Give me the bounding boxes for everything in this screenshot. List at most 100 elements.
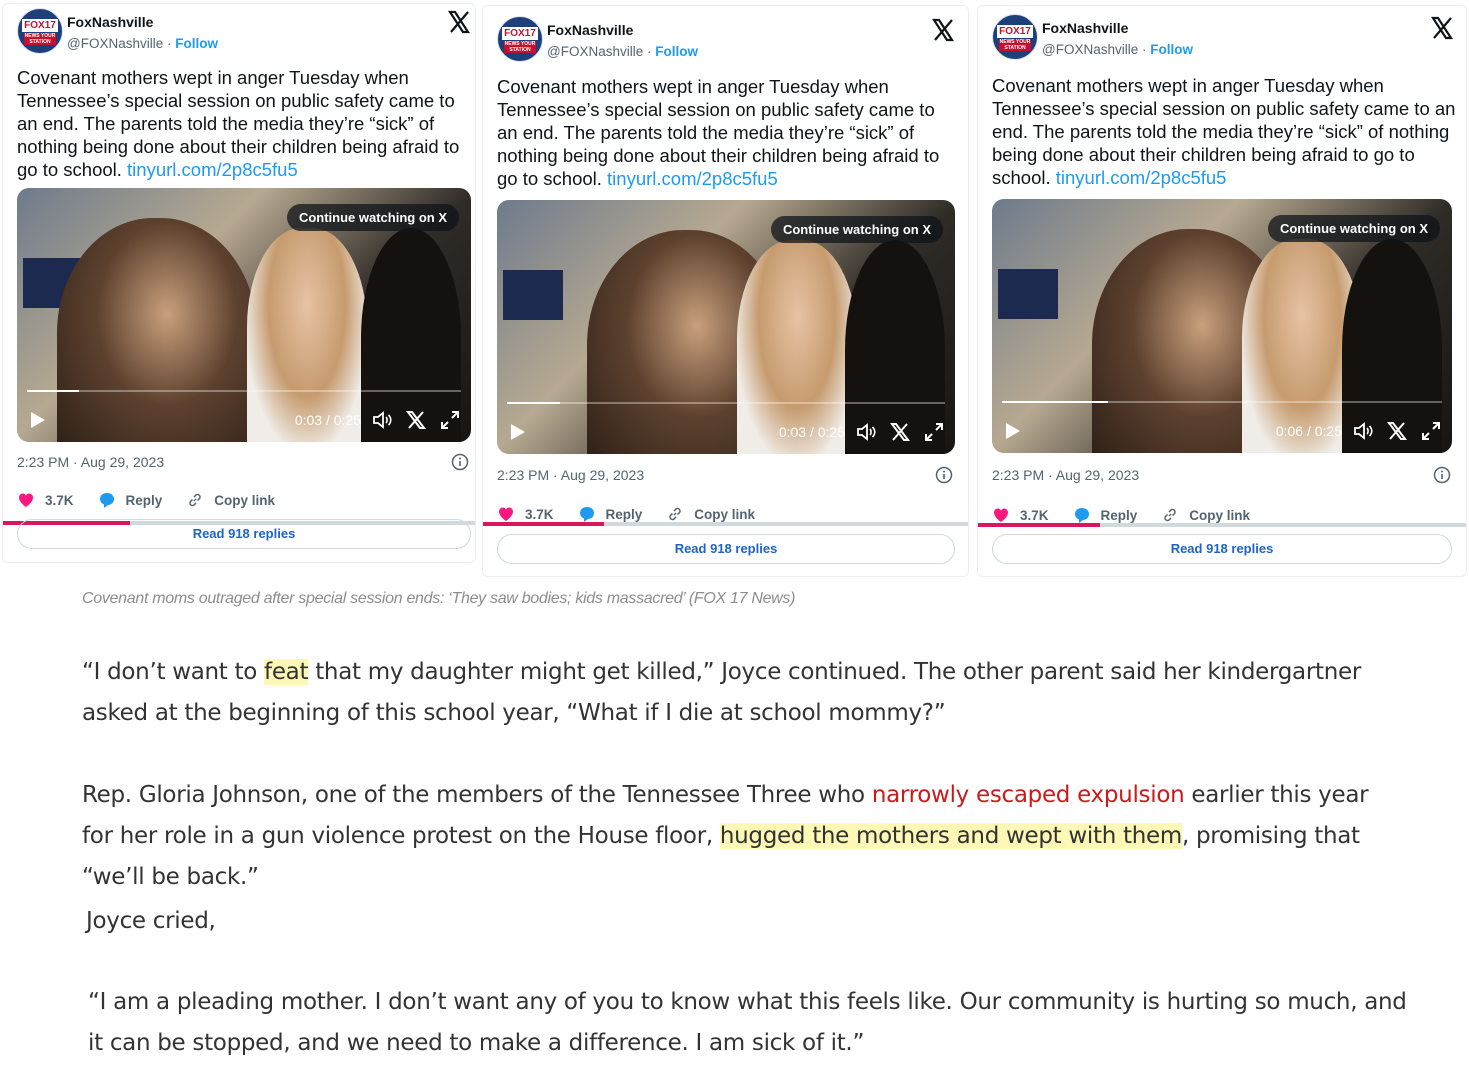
tweet-date[interactable]: 2:23 PM · Aug 29, 2023: [497, 467, 644, 483]
info-icon[interactable]: [1433, 466, 1451, 484]
video-progress-bar[interactable]: [1002, 401, 1442, 403]
continue-watching-button[interactable]: Continue watching on X: [770, 216, 943, 243]
video-progress-fill: [507, 402, 560, 404]
info-icon[interactable]: [451, 453, 469, 471]
article-paragraph: Joyce cried,: [86, 908, 216, 934]
reply-icon: [99, 493, 114, 508]
author-handle[interactable]: @FOXNashville: [547, 44, 643, 59]
volume-icon[interactable]: [855, 421, 877, 443]
article-paragraph: “I don’t want to feat that my daughter m…: [82, 652, 1361, 734]
reply-button[interactable]: Reply: [98, 491, 163, 509]
video-player[interactable]: Continue watching on X 0:06 / 0:25: [992, 199, 1452, 453]
reply-button[interactable]: Reply: [1073, 506, 1138, 524]
copy-link-button[interactable]: Copy link: [1161, 506, 1250, 524]
copy-link-button[interactable]: Copy link: [666, 505, 755, 523]
heart-icon: [499, 507, 513, 521]
tweet-date[interactable]: 2:23 PM · Aug 29, 2023: [992, 467, 1139, 483]
video-progress-bar[interactable]: [27, 390, 461, 392]
fullscreen-icon[interactable]: [1420, 420, 1442, 442]
play-icon[interactable]: [1006, 423, 1020, 439]
author-name[interactable]: FoxNashville: [1042, 20, 1128, 36]
avatar-logo-subtext: NEWS YOUR STATION: [24, 33, 56, 45]
like-count: 3.7K: [45, 492, 74, 508]
avatar[interactable]: FOX17 NEWS YOUR STATION: [992, 14, 1038, 60]
like-button[interactable]: 3.7K: [497, 505, 554, 523]
separator: ·: [163, 36, 176, 51]
x-logo-icon[interactable]: [405, 409, 427, 431]
copy-link-button[interactable]: Copy link: [186, 491, 275, 509]
continue-watching-button[interactable]: Continue watching on X: [286, 204, 459, 231]
link-icon: [189, 493, 202, 507]
tweet-actions: 3.7K Reply Copy link: [17, 491, 299, 509]
reply-icon: [579, 507, 594, 522]
text-run: that my daughter might get killed,” Joyc…: [308, 659, 1361, 685]
follow-button[interactable]: Follow: [1150, 42, 1193, 57]
fullscreen-icon[interactable]: [923, 421, 945, 443]
separator: ·: [643, 44, 656, 59]
like-button[interactable]: 3.7K: [17, 491, 74, 509]
tweet-text: Covenant mothers wept in anger Tuesday w…: [992, 74, 1458, 189]
reply-button[interactable]: Reply: [578, 505, 643, 523]
avatar[interactable]: FOX17 NEWS YOUR STATION: [17, 8, 63, 54]
tweet-link[interactable]: tinyurl.com/2p8c5fu5: [1056, 167, 1227, 188]
reply-label: Reply: [605, 506, 643, 522]
x-logo-icon[interactable]: [1386, 420, 1408, 442]
volume-icon[interactable]: [1352, 420, 1374, 442]
video-time: 0:06 / 0:25: [1275, 423, 1342, 439]
reply-label: Reply: [125, 492, 163, 508]
info-icon[interactable]: [935, 466, 953, 484]
read-progress-bar: [978, 523, 1466, 527]
x-logo-icon[interactable]: [447, 10, 471, 34]
tweet-date[interactable]: 2:23 PM · Aug 29, 2023: [17, 454, 164, 470]
follow-button[interactable]: Follow: [655, 44, 698, 59]
volume-icon[interactable]: [371, 409, 393, 431]
highlighted-text: hugged the mothers and wept with them: [719, 823, 1182, 849]
author-name[interactable]: FoxNashville: [67, 14, 153, 30]
video-progress-fill: [27, 390, 80, 392]
avatar[interactable]: FOX17 NEWS YOUR STATION: [497, 16, 543, 62]
video-progress-fill: [1002, 401, 1108, 403]
video-controls: 0:06 / 0:25: [992, 417, 1452, 447]
author-handle[interactable]: @FOXNashville: [1042, 42, 1138, 57]
tweet-actions: 3.7K Reply Copy link: [992, 506, 1274, 524]
reply-icon: [1074, 508, 1089, 523]
tweet-actions: 3.7K Reply Copy link: [497, 505, 779, 523]
read-progress-fill: [483, 522, 605, 526]
video-frame: [998, 269, 1058, 319]
tweet-card[interactable]: FOX17 NEWS YOUR STATION FoxNashville @FO…: [977, 5, 1467, 577]
video-player[interactable]: Continue watching on X 0:03 / 0:25: [497, 200, 955, 454]
fullscreen-icon[interactable]: [439, 409, 461, 431]
video-time: 0:03 / 0:25: [294, 412, 361, 428]
continue-watching-button[interactable]: Continue watching on X: [1267, 215, 1440, 242]
text-run: “I don’t want to: [82, 659, 265, 685]
heart-icon: [994, 508, 1008, 522]
article-link[interactable]: narrowly escaped expulsion: [872, 782, 1185, 808]
avatar-logo-subtext: NEWS YOUR STATION: [999, 39, 1031, 51]
x-logo-icon[interactable]: [931, 18, 955, 42]
text-run: earlier this year: [1184, 782, 1369, 808]
avatar-logo-text: FOX17: [502, 27, 538, 40]
author-name[interactable]: FoxNashville: [547, 22, 633, 38]
author-handle-row: @FOXNashville · Follow: [67, 36, 218, 51]
play-icon[interactable]: [511, 424, 525, 440]
x-logo-icon[interactable]: [889, 421, 911, 443]
video-progress-bar[interactable]: [507, 402, 945, 404]
tweet-card[interactable]: FOX17 NEWS YOUR STATION FoxNashville @FO…: [482, 5, 969, 577]
link-icon: [1164, 508, 1177, 522]
play-icon[interactable]: [31, 412, 45, 428]
highlighted-text: feat: [264, 659, 309, 685]
text-run: Rep. Gloria Johnson, one of the members …: [82, 782, 872, 808]
tweet-card[interactable]: FOX17 NEWS YOUR STATION FoxNashville @FO…: [2, 3, 476, 563]
read-replies-button[interactable]: Read 918 replies: [17, 519, 471, 549]
follow-button[interactable]: Follow: [175, 36, 218, 51]
tweet-link[interactable]: tinyurl.com/2p8c5fu5: [607, 168, 778, 189]
text-run: for her role in a gun violence protest o…: [82, 823, 720, 849]
read-replies-button[interactable]: Read 918 replies: [992, 534, 1452, 564]
author-handle[interactable]: @FOXNashville: [67, 36, 163, 51]
tweet-link[interactable]: tinyurl.com/2p8c5fu5: [127, 159, 298, 180]
video-player[interactable]: Continue watching on X 0:03 / 0:25: [17, 188, 471, 442]
x-logo-icon[interactable]: [1430, 16, 1454, 40]
read-replies-button[interactable]: Read 918 replies: [497, 534, 955, 564]
reply-label: Reply: [1100, 507, 1138, 523]
like-button[interactable]: 3.7K: [992, 506, 1049, 524]
